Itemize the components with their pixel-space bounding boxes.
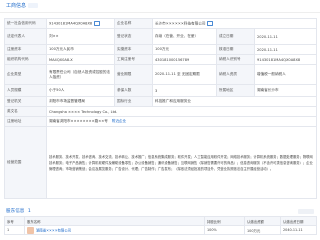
info-row: 法定代表人 刘×× 登记状态 存续（在营、开业、在册） 成立日期 2020-11-11 [4,28,317,45]
info-row: 组织机构代码 MA4QX0A8-X 工商注册号 430181000156789 纳税人识… [4,54,317,65]
field-value: 增值税一般纳税人 [254,64,317,85]
field-label: 成立日期 [216,28,255,45]
info-row: 英文名 Changsha ×××× Technology Co., Ltd. [4,106,317,117]
company-logo-icon [27,226,34,234]
column-header: 认缴出资日期 [280,216,317,226]
field-value: 科技推广和应用服务业 [152,96,317,107]
section-action-button[interactable] [298,209,314,214]
table-cell: 1 [4,225,25,235]
shareholder-count: 1 [27,209,31,214]
field-label: 法定代表人 [4,28,47,45]
field-value: 小于50人 [46,84,115,97]
field-label: 营业期限 [114,64,153,85]
field-value: 3 [152,84,217,97]
info-row: 人员规模 小于50人 参保人数 3 所属地区 湖南省长沙市 [4,84,317,97]
panel-header: 工商信息 [0,0,320,13]
info-row: 经营范围 技术服务、技术开发、技术咨询、技术交流、技术转让、技术推广；信息系统集成… [4,126,317,199]
field-label: 组织机构代码 [4,54,47,65]
table-cell: 2040-11-11 [280,225,317,235]
business-info-table: 统一社会信用代码 91430181MA4QX0A8X8 企业名称 长沙市××××××科… [4,18,317,199]
field-label: 注册地址 [4,116,47,127]
field-value: 存续（在营、开业、在册） [152,28,217,45]
field-value: 430181000156789 [152,54,217,65]
field-value: 长沙市××××××科技有限公司 [152,18,317,29]
table-cell: 100% [204,225,245,235]
info-row: 注册资本 100万元人民币 实缴资本 100万元 核准日期 2020-11-11 [4,44,317,55]
field-value: 技术服务、技术开发、技术咨询、技术交流、技术转让、技术推广；信息系统集成服务；软… [46,126,317,199]
field-value: 100万元人民币 [46,44,115,55]
info-row: 登记机关 浏阳市市场监督管理局 国标行业 科技推广和应用服务业 [4,96,317,107]
field-value: 湖南省长沙市 [254,84,317,97]
field-label: 统一社会信用代码 [4,18,47,29]
field-label: 注册资本 [4,44,47,55]
field-label: 实缴资本 [114,44,153,55]
field-value: 100万元 [152,44,217,55]
column-header: 认缴出资额 [244,216,281,226]
title-badge [28,3,38,8]
field-label: 参保人数 [114,84,153,97]
copy-icon[interactable] [94,21,101,26]
nearby-companies-link[interactable]: 附近企业 [112,119,126,123]
shareholder-section-title: 股东信息 1 [6,209,31,214]
field-label: 人员规模 [4,84,47,97]
field-label: 纳税人识别号 [216,54,255,65]
column-header: 持股比例 [204,216,245,226]
field-label: 国标行业 [114,96,153,107]
field-value: MA4QX0A8-X [46,54,115,65]
table-header-row: 序号 股东名称 持股比例 认缴出资额 认缴出资日期 [4,216,317,226]
column-header: 股东名称 [24,216,205,226]
field-value: 2020-11-11 [254,44,317,55]
field-value: 91430181MA4QX0A8X8 [46,18,115,29]
field-value: 刘×× [46,28,115,45]
field-label: 核准日期 [216,44,255,55]
shareholder-table: 序号 股东名称 持股比例 认缴出资额 认缴出资日期 1 湖南省××××有限公司 100% 100… [4,216,317,235]
shareholder-name[interactable]: 湖南省××××有限公司 [24,225,205,235]
field-value: 2020-11-11 至 无固定期限 [152,64,217,85]
field-label: 登记机关 [4,96,47,107]
table-cell: 100万元 [244,225,281,235]
field-label: 企业类型 [4,64,47,85]
field-value: 2020-11-11 [254,28,317,45]
field-value: 91430181MA4QX0A8X8 [254,54,317,65]
info-row: 注册地址 湖南省浏阳市××××××××路××号 附近企业 [4,116,317,127]
field-label: 纳税人资质 [216,64,255,85]
field-label: 英文名 [4,106,47,117]
field-value: 有限责任公司（自然人投资或控股的法人独资） [46,64,115,85]
field-label: 经营范围 [4,126,47,199]
field-value: 湖南省浏阳市××××××××路××号 附近企业 [46,116,317,127]
info-row: 统一社会信用代码 91430181MA4QX0A8X8 企业名称 长沙市××××××科… [4,18,317,29]
column-header: 序号 [4,216,25,226]
panel-title: 工商信息 [6,3,27,9]
info-row: 企业类型 有限责任公司（自然人投资或控股的法人独资） 营业期限 2020-11-11 … [4,64,317,85]
shareholder-link[interactable]: 湖南省××××有限公司 [36,228,71,232]
field-label: 企业名称 [114,18,153,29]
table-row: 1 湖南省××××有限公司 100% 100万元 2040-11-11 [4,225,317,235]
copy-icon[interactable] [207,20,214,26]
field-label: 工商注册号 [114,54,153,65]
field-value: 浏阳市市场监督管理局 [46,96,115,107]
field-label: 所属地区 [216,84,255,97]
field-value: Changsha ×××× Technology Co., Ltd. [46,106,317,117]
field-label: 登记状态 [114,28,153,45]
